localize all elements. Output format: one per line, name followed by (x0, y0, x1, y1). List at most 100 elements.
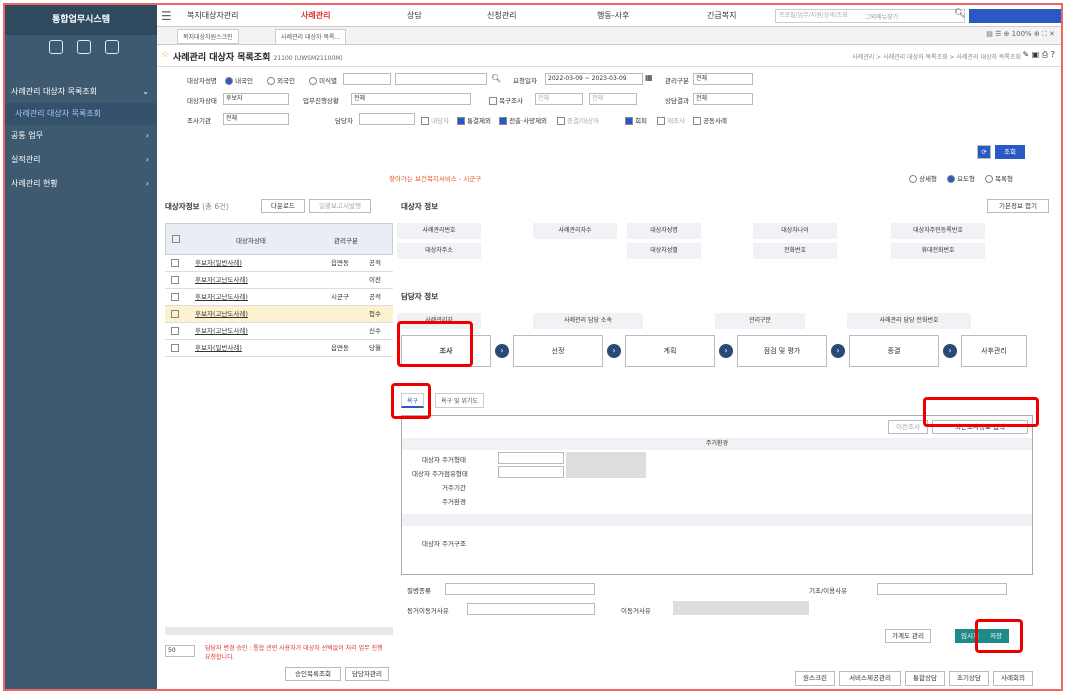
footer-counsel[interactable]: 통합상담 (905, 671, 945, 686)
row-status[interactable]: 후보자(고난도사례) (195, 272, 248, 288)
sidebar-subitem-case-list[interactable]: 사례관리 대상자 목록조회 (5, 103, 157, 125)
highlight-save (975, 619, 1023, 653)
result-select[interactable]: 전체 (693, 93, 753, 105)
search-icon[interactable]: 🔍︎ (954, 9, 965, 19)
row-checkbox[interactable] (171, 327, 179, 335)
sidebar-item-status[interactable]: 사례관리 현황 › (5, 173, 157, 195)
manager-input[interactable] (359, 113, 415, 125)
approve-list-button[interactable]: 승인목록조회 (285, 667, 341, 681)
menu-emergency[interactable]: 긴급복지 (707, 10, 736, 21)
step-close[interactable]: 종결 (849, 335, 939, 367)
star-icon[interactable]: ☆ (161, 50, 169, 60)
status-select[interactable]: 후보자 (223, 93, 289, 105)
chk-counselee[interactable]: 내담자 (421, 115, 449, 125)
row-status[interactable]: 후보자(고난도사례) (195, 289, 248, 305)
name-input[interactable] (343, 73, 391, 85)
view-detail[interactable]: 상세형 (909, 173, 937, 183)
sidebar-item-case-list[interactable]: 사례관리 대상자 목록조회 ⌄ (5, 81, 157, 103)
id-input[interactable] (395, 73, 487, 85)
disease-select[interactable] (445, 583, 595, 595)
row-status[interactable]: 후보자(고난도사례) (195, 323, 248, 339)
org-select[interactable]: 전체 (223, 113, 289, 125)
footer-meeting[interactable]: 사례회의 (993, 671, 1033, 686)
menu-apply[interactable]: 신청관리 (487, 10, 516, 21)
star-icon[interactable] (77, 40, 91, 54)
mgmt-select[interactable]: 전체 (693, 73, 753, 85)
chk-avoid[interactable]: 회피 (625, 115, 647, 125)
footer-onescreen[interactable]: 원스크린 (795, 671, 835, 686)
search-icon[interactable]: 🔍︎ (491, 74, 501, 83)
radio-domestic[interactable]: 내국인 (225, 75, 253, 85)
residence-header: 주거환경 (402, 438, 1032, 450)
row-checkbox[interactable] (171, 276, 179, 284)
toolbar-icons[interactable]: ✎ ▣ ⎙ ? (1022, 50, 1055, 60)
row-checkbox[interactable] (171, 310, 179, 318)
resurvey-check[interactable]: 복구조사 (489, 95, 523, 105)
table-row[interactable]: 후보자(고난도사례) 신수 (165, 323, 393, 340)
footer-initial[interactable]: 초기상담 (949, 671, 989, 686)
select-all-checkbox[interactable] (172, 235, 180, 243)
row-status[interactable]: 후보자(일반사례) (195, 255, 242, 271)
table-row[interactable]: 후보자(일반사례) 읍면동 공적 (165, 255, 393, 272)
table-row[interactable]: 후보자(고난도사례) 이전 (165, 272, 393, 289)
view-summary[interactable]: 요도형 (947, 173, 975, 183)
row-checkbox[interactable] (171, 259, 179, 267)
table-row[interactable]: 후보자(고난도사례) 접수 (165, 306, 393, 323)
label-period: 요청일자 (513, 77, 537, 85)
footer-service[interactable]: 서비스제공관리 (839, 671, 901, 686)
settings-icon[interactable] (105, 40, 119, 54)
chk-joint-case[interactable]: 공동사례 (693, 115, 727, 125)
table-row[interactable]: 후보자(일반사례) 읍면동 당월 (165, 340, 393, 357)
row-status[interactable]: 후보자(일반사례) (195, 340, 242, 356)
subtab-needs-risk[interactable]: 욕구 및 위기도 (435, 393, 484, 408)
user-info-bar[interactable] (969, 9, 1061, 23)
cohabit-select[interactable] (467, 603, 595, 615)
period-input[interactable]: 2022-03-09 ~ 2023-03-09 (545, 73, 643, 85)
tab-onescreen[interactable]: 복지대상자원스크린 (177, 29, 239, 44)
menu-counsel[interactable]: 상담 (407, 10, 422, 21)
manager-mgmt-button[interactable]: 담당자관리 (345, 667, 389, 681)
chk-resurvey[interactable]: 재조사 (657, 115, 685, 125)
document-icon[interactable] (49, 40, 63, 54)
row-checkbox[interactable] (171, 293, 179, 301)
menu-welfare[interactable]: 복지대상자관리 (187, 10, 239, 21)
row-checkbox[interactable] (171, 344, 179, 352)
batch-report-button[interactable]: 일괄보고서발행 (309, 199, 371, 213)
step-plan[interactable]: 계획 (625, 335, 715, 367)
reset-button[interactable]: ⟳ (977, 145, 991, 159)
menu-action[interactable]: 행동-사후 (597, 10, 629, 21)
housing-tenure-select[interactable] (498, 466, 564, 478)
radio-foreign[interactable]: 외국인 (267, 75, 295, 85)
tab-case-list[interactable]: 사례관리 대상자 목록... (275, 29, 347, 44)
chk-closed-target[interactable]: 종결/대상자 (557, 115, 599, 125)
sidebar-item-performance[interactable]: 실적관리 › (5, 149, 157, 171)
resurvey-select-1[interactable]: 전체 (535, 93, 583, 105)
search-input[interactable]: 프로필/업무/지원/상세/조회 (775, 9, 965, 23)
window-controls[interactable]: ▤ ☰ ⊕ 100% ⊕ ⛶ ✕ (986, 30, 1055, 39)
basic-info-button[interactable]: 기본정보 접기 (987, 199, 1049, 213)
menu-case[interactable]: 사례관리 (301, 10, 330, 21)
horizontal-scrollbar[interactable] (165, 627, 393, 635)
page-size-select[interactable]: 50 (165, 645, 195, 657)
basic-reason-select[interactable] (877, 583, 1007, 595)
left-panel: 대상자정보 (총 6건) 다운로드 일괄보고서발행 대상자상태 관리구분 후보자… (165, 195, 393, 687)
housing-type-select[interactable] (498, 452, 564, 464)
download-button[interactable]: 다운로드 (261, 199, 305, 213)
step-aftercare[interactable]: 사후관리 (961, 335, 1027, 367)
progress-select[interactable]: 전체 (351, 93, 471, 105)
chk-move-exclude[interactable]: 전출·사망제외 (499, 115, 547, 125)
radio-unknown[interactable]: 미식별 (309, 75, 337, 85)
sidebar-item-common[interactable]: 공통 업무 › (5, 125, 157, 147)
chk-close-exclude[interactable]: 통결제외 (457, 115, 491, 125)
menu-icon[interactable]: ☰ (161, 9, 172, 23)
step-evaluate[interactable]: 점검 및 평가 (737, 335, 827, 367)
family-tree-button[interactable]: 가계도 관리 (885, 629, 931, 643)
row-status[interactable]: 후보자(고난도사례) (195, 306, 248, 322)
table-row[interactable]: 후보자(고난도사례) 시군구 공적 (165, 289, 393, 306)
prev-survey-button[interactable]: 이전조사 (888, 420, 928, 434)
search-button[interactable]: 조회 (995, 145, 1025, 159)
resurvey-select-2[interactable]: 전체 (589, 93, 637, 105)
calendar-icon[interactable]: ▦ (645, 73, 653, 82)
step-select[interactable]: 선정 (513, 335, 603, 367)
view-list[interactable]: 목록형 (985, 173, 1013, 183)
